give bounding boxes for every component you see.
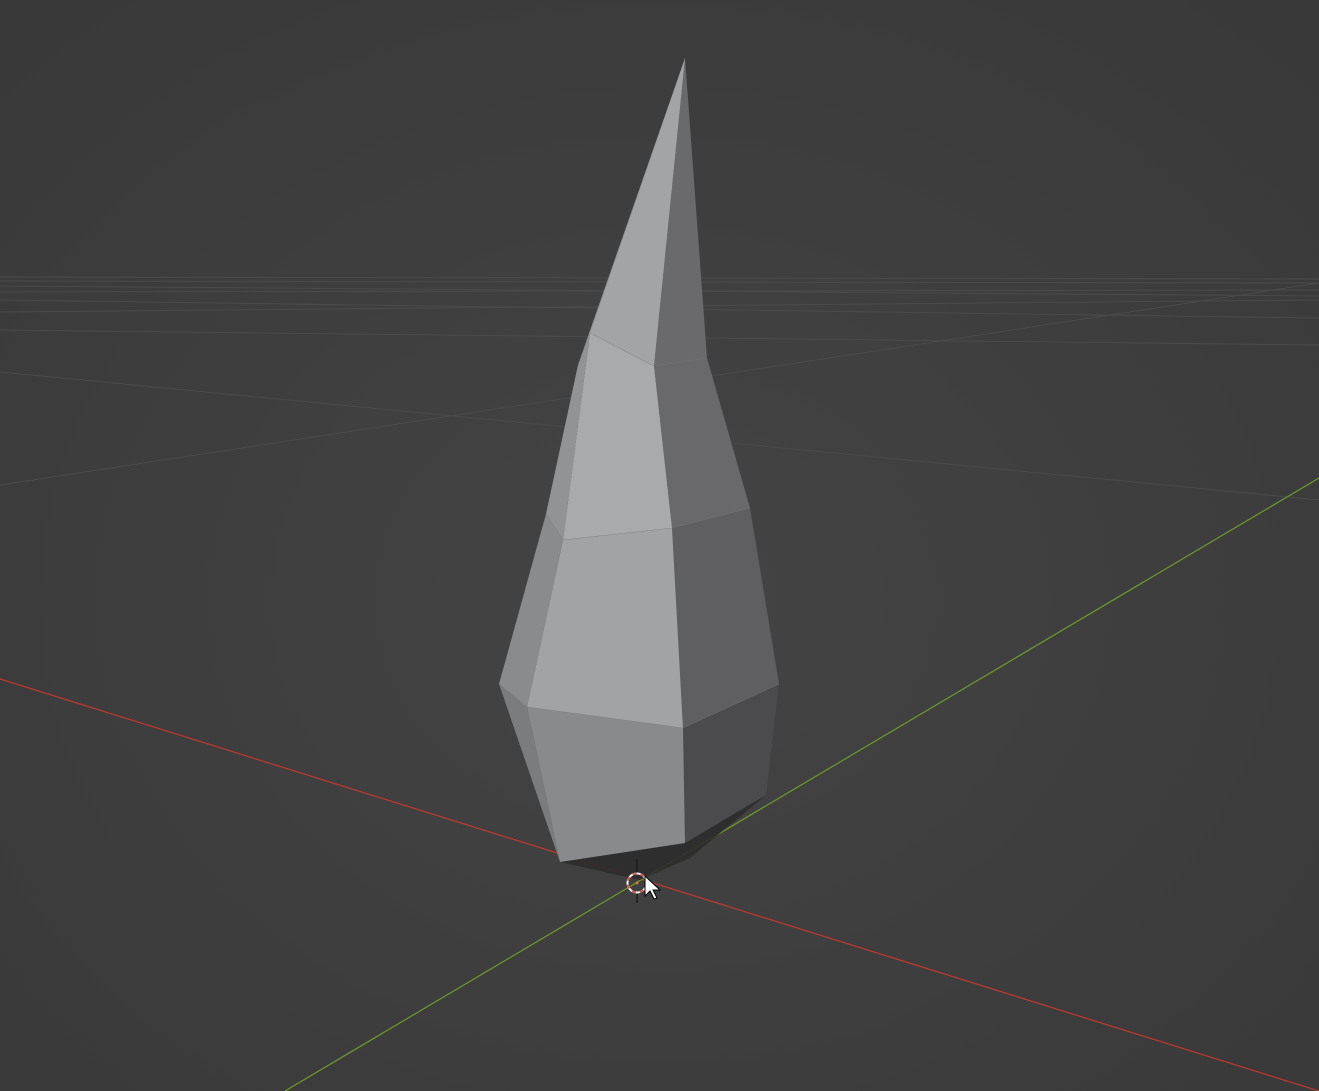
3d-viewport[interactable] [0, 0, 1319, 1091]
cursor-origin-dot [635, 881, 639, 885]
viewport-canvas[interactable] [0, 0, 1319, 1091]
